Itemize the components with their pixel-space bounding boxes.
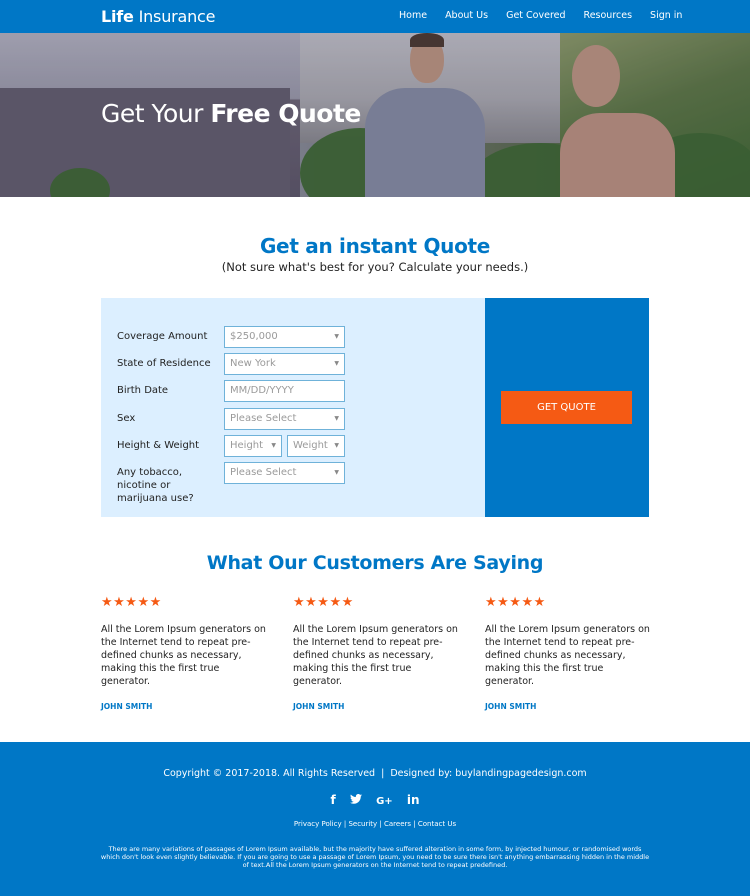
logo[interactable]: Life Insurance bbox=[101, 7, 215, 26]
careers-link[interactable]: Careers bbox=[384, 820, 411, 828]
testimonial-author: JOHN SMITH bbox=[293, 702, 345, 711]
testimonial-text: All the Lorem Ipsum generators on the In… bbox=[101, 624, 266, 687]
top-navbar: Life Insurance Home About Us Get Covered… bbox=[0, 0, 750, 33]
birth-date-input[interactable]: MM/DD/YYYY bbox=[224, 380, 345, 402]
link-separator: | bbox=[411, 820, 418, 828]
security-link[interactable]: Security bbox=[348, 820, 377, 828]
nav-sign-in[interactable]: Sign in bbox=[650, 10, 682, 21]
nav-home[interactable]: Home bbox=[399, 10, 427, 21]
star-rating-icon: ★★★★★ bbox=[101, 595, 162, 610]
facebook-icon[interactable]: f bbox=[330, 793, 335, 807]
height-value: Height bbox=[230, 440, 264, 451]
chevron-down-icon: ▼ bbox=[334, 360, 339, 367]
footer: Copyright © 2017-2018. All Rights Reserv… bbox=[0, 742, 750, 896]
google-plus-icon[interactable]: G+ bbox=[376, 796, 393, 807]
footer-disclaimer: There are many variations of passages of… bbox=[100, 845, 650, 869]
testimonial-author: JOHN SMITH bbox=[101, 702, 153, 711]
state-select[interactable]: New York ▼ bbox=[224, 353, 345, 375]
star-rating-icon: ★★★★★ bbox=[293, 595, 354, 610]
nav-get-covered[interactable]: Get Covered bbox=[506, 10, 565, 21]
chevron-down-icon: ▼ bbox=[334, 442, 339, 449]
testimonial-text: All the Lorem Ipsum generators on the In… bbox=[293, 624, 458, 687]
logo-bold: Life bbox=[101, 7, 134, 26]
tobacco-label: Any tobacco, nicotine or marijuana use? bbox=[117, 467, 194, 504]
testimonial-card: ★★★★★ All the Lorem Ipsum generators on … bbox=[101, 595, 271, 712]
link-separator: | bbox=[377, 820, 384, 828]
logo-light: Insurance bbox=[138, 7, 216, 26]
copyright-text: Copyright © 2017-2018. All Rights Reserv… bbox=[163, 768, 587, 779]
height-select[interactable]: Height ▼ bbox=[224, 435, 282, 457]
linkedin-icon[interactable]: in bbox=[407, 793, 420, 807]
sex-value: Please Select bbox=[230, 413, 297, 424]
birth-date-placeholder: MM/DD/YYYY bbox=[230, 385, 294, 396]
main-nav: Home About Us Get Covered Resources Sign… bbox=[399, 10, 700, 21]
birth-date-label: Birth Date bbox=[117, 385, 169, 396]
testimonial-author: JOHN SMITH bbox=[485, 702, 537, 711]
weight-select[interactable]: Weight ▼ bbox=[287, 435, 345, 457]
coverage-amount-select[interactable]: $250,000 ▼ bbox=[224, 326, 345, 348]
tobacco-select[interactable]: Please Select ▼ bbox=[224, 462, 345, 484]
nav-about-us[interactable]: About Us bbox=[445, 10, 488, 21]
hero-title-bold: Free Quote bbox=[210, 99, 361, 128]
quote-title: Get an instant Quote bbox=[259, 234, 491, 258]
chevron-down-icon: ▼ bbox=[334, 415, 339, 422]
privacy-policy-link[interactable]: Privacy Policy bbox=[294, 820, 342, 828]
coverage-amount-value: $250,000 bbox=[230, 331, 278, 342]
weight-value: Weight bbox=[293, 440, 328, 451]
chevron-down-icon: ▼ bbox=[271, 442, 276, 449]
testimonial-text: All the Lorem Ipsum generators on the In… bbox=[485, 624, 650, 687]
footer-links: Privacy Policy | Security | Careers | Co… bbox=[0, 820, 750, 828]
testimonial-card: ★★★★★ All the Lorem Ipsum generators on … bbox=[485, 595, 655, 712]
hero-title: Get Your Free Quote bbox=[101, 99, 361, 128]
chevron-down-icon: ▼ bbox=[334, 333, 339, 340]
twitter-icon[interactable] bbox=[349, 793, 362, 807]
get-quote-button[interactable]: GET QUOTE bbox=[501, 391, 632, 424]
contact-us-link[interactable]: Contact Us bbox=[418, 820, 456, 828]
nav-resources[interactable]: Resources bbox=[584, 10, 633, 21]
hero-title-light: Get Your bbox=[101, 99, 203, 128]
hero-banner: Get Your Free Quote bbox=[0, 33, 750, 197]
coverage-label: Coverage Amount bbox=[117, 331, 208, 342]
quote-cta-panel: GET QUOTE bbox=[485, 298, 649, 517]
quote-subtitle: (Not sure what's best for you? Calculate… bbox=[221, 260, 529, 274]
star-rating-icon: ★★★★★ bbox=[485, 595, 546, 610]
social-links: f G+ in bbox=[0, 793, 750, 807]
state-value: New York bbox=[230, 358, 276, 369]
sex-label: Sex bbox=[117, 413, 136, 424]
height-weight-label: Height & Weight bbox=[117, 440, 200, 451]
state-label: State of Residence bbox=[117, 358, 211, 369]
testimonials-title: What Our Customers Are Saying bbox=[206, 552, 544, 574]
sex-select[interactable]: Please Select ▼ bbox=[224, 408, 345, 430]
quote-form: Coverage Amount $250,000 ▼ State of Resi… bbox=[101, 298, 485, 517]
tobacco-value: Please Select bbox=[230, 467, 297, 478]
chevron-down-icon: ▼ bbox=[334, 469, 339, 476]
testimonial-card: ★★★★★ All the Lorem Ipsum generators on … bbox=[293, 595, 463, 712]
